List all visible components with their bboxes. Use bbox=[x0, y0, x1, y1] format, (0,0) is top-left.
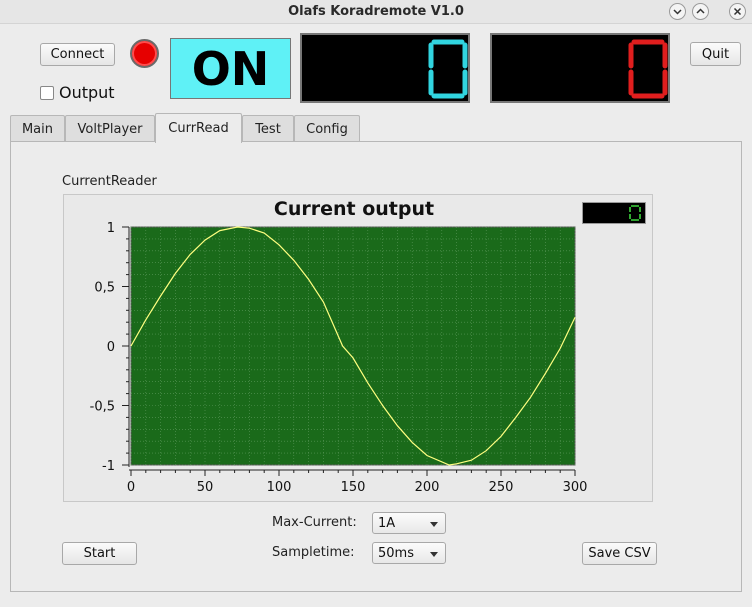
chevron-down-icon bbox=[673, 9, 682, 15]
tab-currread[interactable]: CurrRead bbox=[155, 113, 242, 143]
y-tick-label: -1 bbox=[102, 459, 115, 474]
chevron-up-icon bbox=[696, 8, 705, 14]
tab-main[interactable]: Main bbox=[10, 115, 65, 142]
tab-voltplayer[interactable]: VoltPlayer bbox=[65, 115, 155, 142]
max-current-select[interactable]: 1A bbox=[372, 512, 446, 534]
sampletime-label: Sampletime: bbox=[272, 545, 355, 560]
x-tick-label: 300 bbox=[563, 480, 588, 495]
start-button[interactable]: Start bbox=[62, 542, 137, 565]
title-bar: Olafs Koradremote V1.0 bbox=[0, 0, 752, 24]
tab-config[interactable]: Config bbox=[294, 115, 360, 142]
quit-button[interactable]: Quit bbox=[690, 42, 741, 66]
current-digit bbox=[628, 39, 668, 99]
x-tick-label: 100 bbox=[267, 480, 292, 495]
current-chart: Current output 0 50 100 150 200 250 300 1 0,5 0 -0… bbox=[90, 198, 588, 495]
output-label: Output bbox=[59, 83, 115, 102]
chart-title: Current output bbox=[274, 198, 434, 220]
current-lcd-display: 0 bbox=[490, 33, 670, 103]
sampletime-select[interactable]: 50ms bbox=[372, 542, 446, 564]
voltage-digit bbox=[428, 39, 468, 99]
x-tick-label: 250 bbox=[489, 480, 514, 495]
output-checkbox[interactable] bbox=[40, 86, 54, 100]
chart-readout-digit bbox=[629, 205, 641, 221]
y-tick-label: -0,5 bbox=[90, 400, 115, 415]
minimize-button[interactable] bbox=[669, 3, 686, 20]
y-tick-label: 1 bbox=[107, 221, 115, 236]
save-csv-button[interactable]: Save CSV bbox=[582, 542, 657, 565]
max-current-label: Max-Current: bbox=[272, 515, 357, 530]
window-title: Olafs Koradremote V1.0 bbox=[288, 4, 464, 19]
current-reader-label: CurrentReader bbox=[62, 174, 157, 189]
x-tick-label: 200 bbox=[415, 480, 440, 495]
maximize-button[interactable] bbox=[692, 3, 709, 20]
y-tick-label: 0 bbox=[107, 340, 115, 355]
y-tick-label: 0,5 bbox=[94, 281, 115, 296]
close-icon bbox=[733, 7, 742, 16]
connect-button[interactable]: Connect bbox=[40, 43, 115, 66]
x-tick-label: 150 bbox=[341, 480, 366, 495]
connection-led-indicator bbox=[130, 39, 159, 68]
output-status-display: ON bbox=[170, 38, 291, 99]
current-chart-container: Current output 0 50 100 150 200 250 300 1 0,5 0 -0… bbox=[63, 194, 653, 502]
dropdown-arrow-icon bbox=[430, 522, 438, 527]
sampletime-value: 50ms bbox=[378, 546, 414, 561]
close-button[interactable] bbox=[729, 3, 746, 20]
x-tick-label: 0 bbox=[127, 480, 135, 495]
dropdown-arrow-icon bbox=[430, 552, 438, 557]
x-tick-label: 50 bbox=[197, 480, 214, 495]
chart-readout-lcd: 0 bbox=[582, 202, 646, 224]
max-current-value: 1A bbox=[378, 516, 396, 531]
tab-test[interactable]: Test bbox=[242, 115, 294, 142]
voltage-lcd-display: 0 bbox=[300, 33, 470, 103]
